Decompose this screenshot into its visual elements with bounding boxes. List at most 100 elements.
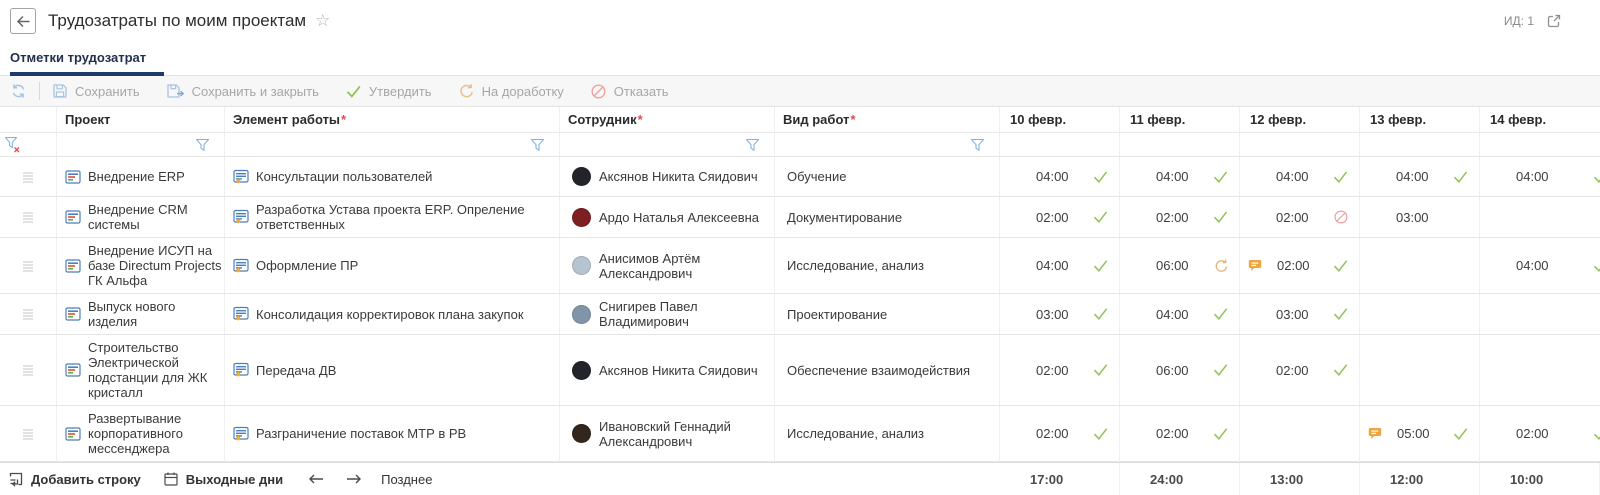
day-hours-cell[interactable]	[1360, 238, 1480, 294]
day-hours-cell[interactable]: 03:00	[1240, 294, 1360, 335]
column-header-label: Проект	[65, 112, 111, 127]
worktype-cell[interactable]: Обучение	[775, 157, 1000, 197]
day-hours-cell[interactable]	[1360, 335, 1480, 406]
hours-value: 02:00	[1036, 426, 1069, 441]
tab-timesheet-marks[interactable]: Отметки трудозатрат	[10, 44, 165, 76]
approved-status-icon	[1212, 210, 1229, 224]
row-drag-handle[interactable]	[0, 157, 57, 197]
approved-status-icon	[1212, 363, 1229, 377]
day-hours-cell[interactable]: 02:00	[1000, 406, 1120, 462]
work-element-icon	[233, 258, 249, 274]
employee-cell[interactable]: Ардо Наталья Алексеевна	[560, 197, 775, 238]
project-cell[interactable]: Внедрение ИСУП на базе Directum Projects…	[57, 238, 225, 294]
worktype-cell[interactable]: Обеспечение взаимодействия	[775, 335, 1000, 406]
day-hours-cell[interactable]: 02:00	[1000, 197, 1120, 238]
filter-funnel-icon[interactable]	[745, 138, 760, 152]
day-hours-cell[interactable]: 04:00	[1120, 294, 1240, 335]
day-hours-cell[interactable]: 04:00	[1480, 238, 1600, 294]
column-header-project[interactable]: Проект	[57, 107, 225, 133]
approved-status-icon	[1592, 170, 1600, 184]
day-hours-cell[interactable]: 04:00	[1000, 238, 1120, 294]
favorite-star-icon[interactable]: ☆	[315, 11, 330, 31]
day-hours-cell[interactable]: 02:00	[1240, 335, 1360, 406]
save-button[interactable]: Сохранить	[52, 83, 140, 99]
row-drag-handle[interactable]	[0, 406, 57, 462]
drag-handle-icon	[21, 210, 35, 224]
project-cell[interactable]: Строительство Электрической подстанции д…	[57, 335, 225, 406]
day-hours-cell[interactable]	[1480, 294, 1600, 335]
later-button[interactable]: Позднее	[381, 472, 432, 487]
timesheet-app: Трудозатраты по моим проектам ☆ ИД: 1 От…	[0, 0, 1600, 495]
day-hours-cell[interactable]: 02:00	[1120, 197, 1240, 238]
employee-cell[interactable]: Ивановский Геннадий Александрович	[560, 406, 775, 462]
hours-value: 04:00	[1036, 169, 1069, 184]
save-and-close-button[interactable]: Сохранить и закрыть	[166, 83, 319, 99]
work-element-cell[interactable]: Консультации пользователей	[225, 157, 560, 197]
row-drag-handle[interactable]	[0, 335, 57, 406]
employee-cell[interactable]: Снигирев Павел Владимирович	[560, 294, 775, 335]
employee-cell[interactable]: Анисимов Артём Александрович	[560, 238, 775, 294]
refresh-button[interactable]	[10, 83, 27, 99]
employee-cell[interactable]: Аксянов Никита Сяидович	[560, 157, 775, 197]
reject-button[interactable]: Отказать	[590, 83, 669, 100]
approved-status-icon	[1212, 307, 1229, 321]
worktype-cell[interactable]: Исследование, анализ	[775, 406, 1000, 462]
day-hours-cell[interactable]	[1480, 197, 1600, 238]
day-hours-cell[interactable]: 06:00	[1120, 238, 1240, 294]
day-hours-cell[interactable]: 03:00	[1000, 294, 1120, 335]
day-hours-cell[interactable]: 02:00	[1120, 406, 1240, 462]
filter-funnel-icon[interactable]	[530, 138, 545, 152]
earlier-arrow-button[interactable]	[305, 473, 327, 485]
column-header-employee[interactable]: Сотрудник *	[560, 107, 775, 133]
day-hours-cell[interactable]	[1480, 335, 1600, 406]
day-hours-cell[interactable]	[1360, 294, 1480, 335]
column-header-worktype[interactable]: Вид работ *	[775, 107, 1000, 133]
day-hours-cell[interactable]: 04:00	[1000, 157, 1120, 197]
day-hours-cell[interactable]: 05:00	[1360, 406, 1480, 462]
day-hours-cell[interactable]: 06:00	[1120, 335, 1240, 406]
day-hours-cell[interactable]: 04:00	[1240, 157, 1360, 197]
project-cell[interactable]: Выпуск нового изделия	[57, 294, 225, 335]
day-total: 12:00	[1360, 463, 1480, 495]
day-hours-cell[interactable]: 02:00	[1480, 406, 1600, 462]
day-hours-cell[interactable]: 02:00	[1240, 197, 1360, 238]
day-hours-cell[interactable]: 03:00	[1360, 197, 1480, 238]
day-hours-cell[interactable]: 04:00	[1480, 157, 1600, 197]
project-cell[interactable]: Развертывание корпоративного мессенджера	[57, 406, 225, 462]
column-header-element[interactable]: Элемент работы *	[225, 107, 560, 133]
rework-status-icon	[1213, 258, 1229, 274]
row-drag-handle[interactable]	[0, 238, 57, 294]
day-label: 11 февр.	[1130, 112, 1186, 127]
day-hours-cell[interactable]: 04:00	[1120, 157, 1240, 197]
rework-button[interactable]: На доработку	[458, 83, 564, 99]
work-element-cell[interactable]: Передача ДВ	[225, 335, 560, 406]
work-element-cell[interactable]: Консолидация корректировок плана закупок	[225, 294, 560, 335]
filter-funnel-icon[interactable]	[195, 138, 210, 152]
day-hours-cell[interactable]: 02:00	[1240, 238, 1360, 294]
approve-button[interactable]: Утвердить	[345, 84, 432, 99]
work-element-cell[interactable]: Разработка Устава проекта ERP. Опреление…	[225, 197, 560, 238]
project-cell[interactable]: Внедрение ERP	[57, 157, 225, 197]
refresh-icon	[10, 83, 27, 99]
approve-button-label: Утвердить	[368, 83, 432, 99]
row-drag-handle[interactable]	[0, 197, 57, 238]
open-in-new-window-button[interactable]	[1546, 13, 1562, 29]
required-marker: *	[637, 112, 643, 127]
drag-handle-icon	[21, 170, 35, 184]
worktype-cell[interactable]: Проектирование	[775, 294, 1000, 335]
worktype-cell[interactable]: Исследование, анализ	[775, 238, 1000, 294]
day-hours-cell[interactable]: 02:00	[1000, 335, 1120, 406]
filter-cell-day	[1000, 133, 1120, 157]
work-element-cell[interactable]: Разграничение поставок МТР в РВ	[225, 406, 560, 462]
project-cell[interactable]: Внедрение CRM системы	[57, 197, 225, 238]
filter-funnel-icon[interactable]	[970, 138, 985, 152]
back-button[interactable]	[10, 8, 36, 34]
row-drag-handle[interactable]	[0, 294, 57, 335]
day-hours-cell[interactable]	[1240, 406, 1360, 462]
clear-filter-icon[interactable]	[4, 136, 21, 153]
day-hours-cell[interactable]: 04:00	[1360, 157, 1480, 197]
employee-cell[interactable]: Аксянов Никита Сяидович	[560, 335, 775, 406]
worktype-cell[interactable]: Документирование	[775, 197, 1000, 238]
later-arrow-button[interactable]	[343, 473, 365, 485]
work-element-cell[interactable]: Оформление ПР	[225, 238, 560, 294]
